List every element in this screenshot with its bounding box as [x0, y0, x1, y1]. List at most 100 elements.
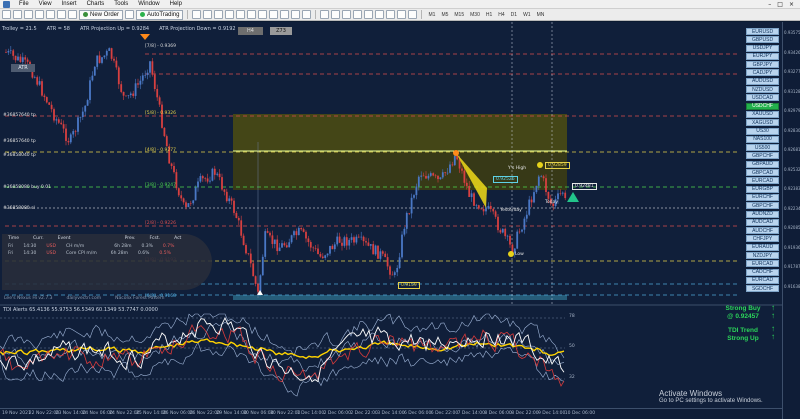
candle-body [132, 93, 135, 96]
timeframe-m15[interactable]: M15 [452, 12, 466, 18]
autoscroll-icon[interactable] [258, 10, 268, 19]
time-axis[interactable]: 19 Nov 2021 22 Nov 22:00 23 Nov 14:00 24 No… [0, 408, 782, 419]
text-icon[interactable] [397, 10, 407, 19]
bar-chart-icon[interactable] [192, 10, 202, 19]
tf-button-z73[interactable]: Z73 [270, 27, 292, 35]
currency-button[interactable]: CHFJPY [746, 235, 779, 243]
close-icon[interactable]: × [789, 1, 794, 8]
fibonacci-icon[interactable] [386, 10, 396, 19]
menu-window[interactable]: Window [133, 1, 164, 7]
profiles-icon[interactable] [13, 10, 22, 19]
currency-button[interactable]: EURCHF [746, 193, 779, 201]
timeframe-w1[interactable]: W1 [521, 12, 533, 18]
currency-button[interactable]: USDCHF [746, 102, 779, 110]
menu-view[interactable]: View [34, 1, 57, 7]
currency-button[interactable]: EURCAD [746, 177, 779, 185]
horizontal-line-icon[interactable] [353, 10, 363, 19]
market-watch-icon[interactable] [24, 10, 33, 19]
line-chart-icon[interactable] [214, 10, 224, 19]
time-tick-label: 25 Nov 14:00 [136, 411, 167, 416]
chart-canvas[interactable] [0, 22, 782, 408]
currency-button[interactable]: EURAUD [746, 243, 779, 251]
periods-icon[interactable] [291, 10, 301, 19]
currency-button[interactable]: GBPCHF [746, 202, 779, 210]
candle-body [33, 77, 36, 78]
data-window-icon[interactable] [35, 10, 44, 19]
currency-button[interactable]: NAS100 [746, 135, 779, 143]
currency-button[interactable]: XAUUSD [746, 110, 779, 118]
currency-button[interactable]: USDJPY [746, 44, 779, 52]
zoom-in-icon[interactable] [225, 10, 235, 19]
currency-button[interactable]: EURUSD [746, 28, 779, 35]
currency-button[interactable]: XAGUSD [746, 119, 779, 127]
atr-button[interactable]: ATR [11, 64, 35, 72]
currency-button[interactable]: CADJPY [746, 69, 779, 77]
chart-window[interactable]: Trolley = 21.5 ATR = 58 ATR Projection U… [0, 22, 800, 419]
currency-button[interactable]: AUDNZD [746, 210, 779, 218]
terminal-icon[interactable] [57, 10, 66, 19]
maximize-icon[interactable]: □ [777, 1, 783, 8]
currency-button[interactable]: AUDUSD [746, 77, 779, 85]
chart-shift-icon[interactable] [269, 10, 279, 19]
currency-button[interactable]: GBPUSD [746, 36, 779, 44]
currency-button[interactable]: EURGBP [746, 185, 779, 193]
currency-button[interactable]: US500 [746, 144, 779, 152]
candle-body [413, 195, 415, 198]
menu-help[interactable]: Help [165, 1, 187, 7]
currency-button[interactable]: EURCAD [746, 276, 779, 284]
tile-windows-icon[interactable] [247, 10, 257, 19]
minimize-icon[interactable]: – [768, 1, 771, 8]
currency-button[interactable]: CADCHF [746, 268, 779, 276]
candle-chart-icon[interactable] [203, 10, 213, 19]
tester-icon[interactable] [68, 10, 77, 19]
currency-button[interactable]: EURJPY [746, 52, 779, 60]
timeframe-h4[interactable]: H4 [496, 12, 506, 18]
indicators-icon[interactable] [280, 10, 290, 19]
menu-file[interactable]: File [14, 1, 34, 7]
new-chart-icon[interactable] [2, 10, 11, 19]
trendline-icon[interactable] [364, 10, 374, 19]
new-order-button[interactable]: New Order [79, 9, 124, 20]
event-previous: 0.7% [162, 244, 175, 249]
currency-button[interactable]: USDCAD [746, 94, 779, 102]
currency-button[interactable]: US30 [746, 127, 779, 135]
menu-tools[interactable]: Tools [109, 1, 133, 7]
equidistant-channel-icon[interactable] [375, 10, 385, 19]
currency-button[interactable]: GBPCAD [746, 169, 779, 177]
currency-button[interactable]: EURCAD [746, 260, 779, 268]
timeframe-m5[interactable]: M5 [439, 12, 450, 18]
currency-button[interactable]: SGDCHF [746, 285, 779, 293]
price-axis[interactable]: 0.93575 0.93426 0.93277 0.93128 0.92979 0.928… [782, 22, 800, 419]
zoom-out-icon[interactable] [236, 10, 246, 19]
navigator-icon[interactable] [46, 10, 55, 19]
metaeditor-icon[interactable] [125, 10, 135, 19]
time-tick-label: 6 Dec 22:00 [430, 411, 459, 416]
currency-button[interactable]: NZDJPY [746, 252, 779, 260]
templates-icon[interactable] [302, 10, 312, 19]
time-tick-label: 6 Dec 06:00 [404, 411, 432, 416]
crosshair-icon[interactable] [331, 10, 341, 19]
currency-button[interactable]: GBPCHF [746, 152, 779, 160]
candle-body [326, 253, 329, 256]
autotrading-button[interactable]: AutoTrading [136, 9, 184, 20]
timeframe-mn[interactable]: MN [535, 12, 547, 18]
timeframe-d1[interactable]: D1 [509, 12, 519, 18]
currency-button[interactable]: AUDCAD [746, 218, 779, 226]
currency-button[interactable]: GBPJPY [746, 61, 779, 69]
timeframe-h1[interactable]: H1 [484, 12, 494, 18]
cursor-icon[interactable] [320, 10, 330, 19]
label-icon[interactable] [408, 10, 418, 19]
candle-body [372, 244, 375, 255]
timeframe-m30[interactable]: M30 [468, 12, 482, 18]
menu-charts[interactable]: Charts [82, 1, 110, 7]
vertical-line-icon[interactable] [342, 10, 352, 19]
menu-insert[interactable]: Insert [57, 1, 82, 7]
currency-button[interactable]: NZDUSD [746, 86, 779, 94]
currency-button[interactable]: GBPAUD [746, 160, 779, 168]
footer-text: dailyvectri.com [66, 296, 102, 301]
currency-button[interactable]: AUDCHF [746, 227, 779, 235]
timeframe-m1[interactable]: M1 [426, 12, 437, 18]
tf-button-h4[interactable]: H4 [238, 27, 263, 35]
candle-body [151, 61, 154, 75]
price-tick-label: 0.92979 [784, 108, 800, 113]
